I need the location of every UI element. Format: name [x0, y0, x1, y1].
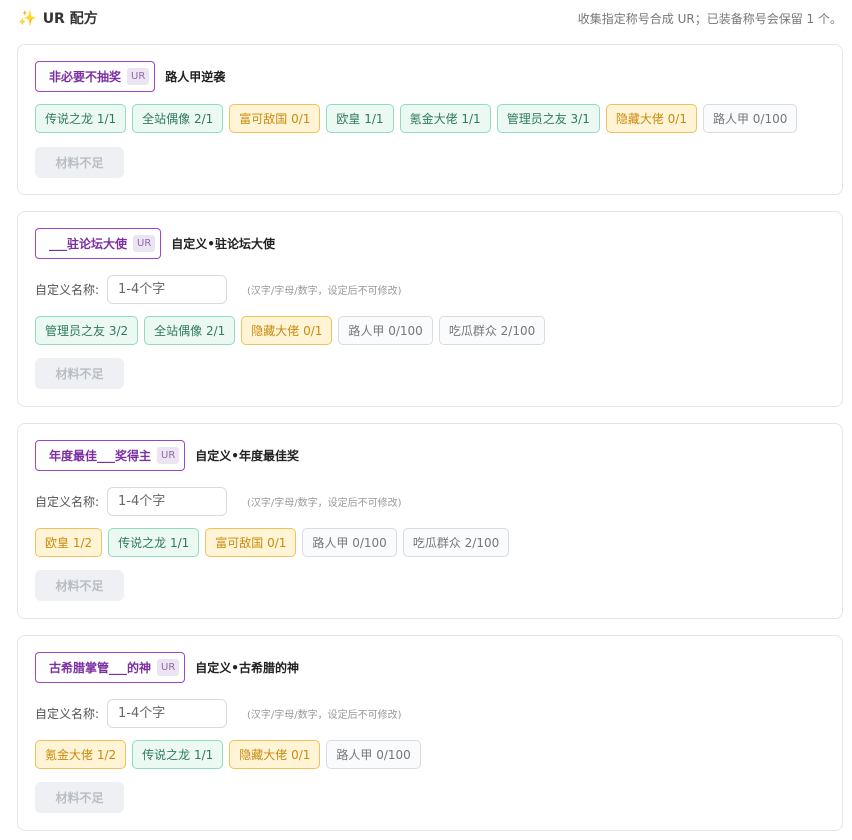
material-chip: 富可敌国 0/1 [229, 104, 321, 133]
ur-tag: UR [127, 68, 150, 85]
material-chip: 氪金大佬 1/2 [35, 740, 127, 769]
material-chip: 吃瓜群众 2/100 [402, 528, 510, 557]
recipe-card-1: 非必要不抽奖 UR 路人甲逆袭 传说之龙 1/1 全站偶像 2/1 富可敌国 0… [17, 44, 843, 195]
material-list: 氪金大佬 1/2 传说之龙 1/1 隐藏大佬 0/1 路人甲 0/100 [35, 740, 421, 769]
recipe-title: 古希腊掌管___的神 [49, 661, 152, 675]
custom-name-label: 自定义名称: [35, 495, 100, 509]
page-title: ✨ UR 配方 [18, 8, 98, 28]
material-chip: 传说之龙 1/1 [108, 528, 200, 557]
custom-name-hint: (汉字/字母/数字，设定后不可修改) [247, 710, 402, 721]
material-chip: 路人甲 0/100 [326, 740, 421, 769]
ur-tag: UR [157, 659, 180, 676]
recipe-title-badge: ___驻论坛大使 UR [35, 228, 162, 259]
recipe-title-row: 非必要不抽奖 UR 路人甲逆袭 [35, 61, 225, 92]
material-chip: 全站偶像 2/1 [144, 316, 236, 345]
custom-name-row: 自定义名称: (汉字/字母/数字，设定后不可修改) [35, 487, 402, 516]
recipe-description: 自定义•年度最佳奖 [195, 449, 299, 463]
material-chip: 管理员之友 3/1 [496, 104, 600, 133]
recipe-description: 自定义•古希腊的神 [195, 661, 299, 675]
custom-name-input[interactable] [107, 699, 227, 728]
recipe-title-badge: 年度最佳___奖得主 UR [35, 440, 186, 471]
custom-name-label: 自定义名称: [35, 707, 100, 721]
recipe-card-2: ___驻论坛大使 UR 自定义•驻论坛大使 自定义名称: (汉字/字母/数字，设… [17, 211, 843, 407]
recipe-title: ___驻论坛大使 [49, 237, 128, 251]
ur-tag: UR [133, 235, 156, 252]
material-chip: 欧皇 1/2 [35, 528, 103, 557]
ur-tag: UR [157, 447, 180, 464]
craft-button[interactable]: 材料不足 [35, 570, 124, 601]
craft-button[interactable]: 材料不足 [35, 782, 124, 813]
material-list: 传说之龙 1/1 全站偶像 2/1 富可敌国 0/1 欧皇 1/1 氪金大佬 1… [35, 104, 798, 133]
recipe-title-row: ___驻论坛大使 UR 自定义•驻论坛大使 [35, 228, 275, 259]
recipe-card-3: 年度最佳___奖得主 UR 自定义•年度最佳奖 自定义名称: (汉字/字母/数字… [17, 423, 843, 619]
material-list: 管理员之友 3/2 全站偶像 2/1 隐藏大佬 0/1 路人甲 0/100 吃瓜… [35, 316, 546, 345]
custom-name-row: 自定义名称: (汉字/字母/数字，设定后不可修改) [35, 699, 402, 728]
recipe-title: 非必要不抽奖 [49, 70, 122, 84]
material-chip: 全站偶像 2/1 [132, 104, 224, 133]
custom-name-hint: (汉字/字母/数字，设定后不可修改) [247, 498, 402, 509]
material-chip: 隐藏大佬 0/1 [605, 104, 697, 133]
custom-name-input[interactable] [107, 487, 227, 516]
material-chip: 氪金大佬 1/1 [399, 104, 491, 133]
material-chip: 路人甲 0/100 [302, 528, 397, 557]
material-chip: 富可敌国 0/1 [205, 528, 297, 557]
recipe-title-badge: 古希腊掌管___的神 UR [35, 652, 186, 683]
recipe-description: 路人甲逆袭 [165, 70, 226, 84]
custom-name-hint: (汉字/字母/数字，设定后不可修改) [247, 286, 402, 297]
material-chip: 管理员之友 3/2 [35, 316, 139, 345]
material-chip: 路人甲 0/100 [702, 104, 798, 133]
recipe-card-4: 古希腊掌管___的神 UR 自定义•古希腊的神 自定义名称: (汉字/字母/数字… [17, 635, 843, 831]
craft-button[interactable]: 材料不足 [35, 358, 124, 389]
custom-name-label: 自定义名称: [35, 283, 100, 297]
recipe-title: 年度最佳___奖得主 [49, 449, 152, 463]
recipe-description: 自定义•驻论坛大使 [171, 237, 275, 251]
recipe-title-row: 古希腊掌管___的神 UR 自定义•古希腊的神 [35, 652, 299, 683]
material-chip: 隐藏大佬 0/1 [229, 740, 321, 769]
craft-button[interactable]: 材料不足 [35, 147, 124, 178]
material-chip: 路人甲 0/100 [338, 316, 433, 345]
material-list: 欧皇 1/2 传说之龙 1/1 富可敌国 0/1 路人甲 0/100 吃瓜群众 … [35, 528, 510, 557]
page-title-text: UR 配方 [42, 11, 98, 27]
material-chip: 传说之龙 1/1 [132, 740, 224, 769]
header: ✨ UR 配方 收集指定称号合成 UR；已装备称号会保留 1 个。 [18, 6, 842, 30]
material-chip: 吃瓜群众 2/100 [438, 316, 546, 345]
material-chip: 欧皇 1/1 [326, 104, 394, 133]
material-chip: 隐藏大佬 0/1 [241, 316, 333, 345]
sparkle-icon: ✨ [18, 9, 37, 27]
material-chip: 传说之龙 1/1 [35, 104, 127, 133]
custom-name-input[interactable] [107, 275, 227, 304]
recipe-title-badge: 非必要不抽奖 UR [35, 61, 156, 92]
recipe-title-row: 年度最佳___奖得主 UR 自定义•年度最佳奖 [35, 440, 299, 471]
custom-name-row: 自定义名称: (汉字/字母/数字，设定后不可修改) [35, 275, 402, 304]
header-note: 收集指定称号合成 UR；已装备称号会保留 1 个。 [577, 11, 842, 26]
